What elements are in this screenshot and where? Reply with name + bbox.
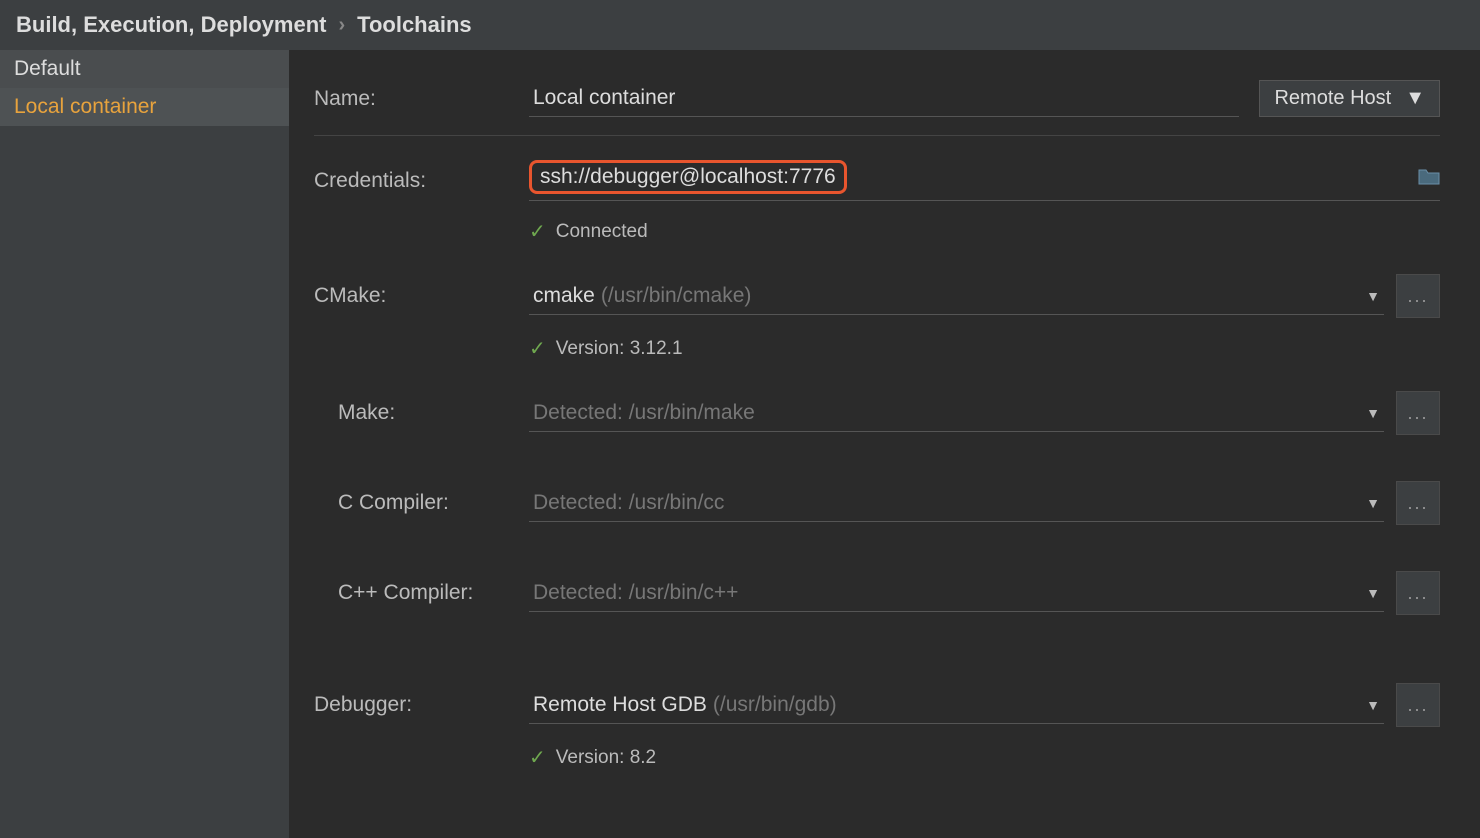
chevron-down-icon: ▼: [1366, 495, 1380, 511]
check-icon: ✓: [529, 336, 546, 361]
debugger-status: ✓ Version: 8.2: [529, 745, 1440, 770]
cpp-compiler-label: C++ Compiler:: [314, 581, 529, 605]
credentials-field[interactable]: ssh://debugger@localhost:7776: [529, 160, 1440, 201]
credentials-value: ssh://debugger@localhost:7776: [540, 165, 836, 188]
c-compiler-label: C Compiler:: [314, 491, 529, 515]
breadcrumb-parent[interactable]: Build, Execution, Deployment: [16, 12, 326, 38]
debugger-dropdown[interactable]: Remote Host GDB (/usr/bin/gdb) ▼: [529, 687, 1384, 724]
name-input[interactable]: [529, 80, 1239, 117]
cmake-row: CMake: cmake (/usr/bin/cmake) ▼ ...: [314, 274, 1440, 318]
debugger-browse-button[interactable]: ...: [1396, 683, 1440, 727]
debugger-row: Debugger: Remote Host GDB (/usr/bin/gdb)…: [314, 683, 1440, 727]
breadcrumb-current: Toolchains: [357, 12, 472, 38]
toolchains-sidebar: Default Local container: [0, 50, 290, 838]
credentials-status: ✓ Connected: [529, 219, 1440, 244]
breadcrumb: Build, Execution, Deployment › Toolchain…: [0, 0, 1480, 50]
toolchain-type-label: Remote Host: [1274, 87, 1391, 110]
ellipsis-icon: ...: [1407, 695, 1428, 716]
cpp-compiler-placeholder: Detected: /usr/bin/c++: [533, 581, 738, 605]
chevron-down-icon: ▼: [1366, 405, 1380, 421]
make-placeholder: Detected: /usr/bin/make: [533, 401, 755, 425]
sidebar-item-label: Local container: [14, 95, 156, 118]
c-compiler-browse-button[interactable]: ...: [1396, 481, 1440, 525]
credentials-highlight: ssh://debugger@localhost:7776: [529, 160, 847, 194]
ellipsis-icon: ...: [1407, 403, 1428, 424]
c-compiler-placeholder: Detected: /usr/bin/cc: [533, 491, 724, 515]
debugger-label: Debugger:: [314, 693, 529, 717]
chevron-down-icon: ▼: [1366, 288, 1380, 304]
chevron-right-icon: ›: [338, 14, 345, 37]
chevron-down-icon: ▼: [1366, 585, 1380, 601]
debugger-status-text: Version: 8.2: [556, 747, 656, 769]
cmake-status: ✓ Version: 3.12.1: [529, 336, 1440, 361]
cmake-value: cmake: [533, 284, 595, 308]
name-row: Name: Remote Host ▼: [314, 80, 1440, 117]
main-panel: Name: Remote Host ▼ Credentials: ssh://d…: [290, 50, 1480, 838]
debugger-value: Remote Host GDB: [533, 693, 707, 717]
chevron-down-icon: ▼: [1366, 697, 1380, 713]
cmake-dropdown[interactable]: cmake (/usr/bin/cmake) ▼: [529, 278, 1384, 315]
cmake-path: (/usr/bin/cmake): [601, 284, 752, 308]
cpp-compiler-dropdown[interactable]: Detected: /usr/bin/c++ ▼: [529, 575, 1384, 612]
sidebar-item-local-container[interactable]: Local container: [0, 88, 289, 126]
credentials-label: Credentials:: [314, 169, 529, 193]
sidebar-item-default[interactable]: Default: [0, 50, 289, 88]
sidebar-item-label: Default: [14, 57, 81, 80]
chevron-down-icon: ▼: [1405, 87, 1425, 110]
cpp-compiler-row: C++ Compiler: Detected: /usr/bin/c++ ▼ .…: [314, 571, 1440, 615]
cmake-status-text: Version: 3.12.1: [556, 338, 683, 360]
cmake-browse-button[interactable]: ...: [1396, 274, 1440, 318]
credentials-status-text: Connected: [556, 221, 648, 243]
folder-icon[interactable]: [1418, 168, 1440, 186]
c-compiler-row: C Compiler: Detected: /usr/bin/cc ▼ ...: [314, 481, 1440, 525]
credentials-row: Credentials: ssh://debugger@localhost:77…: [314, 160, 1440, 201]
ellipsis-icon: ...: [1407, 493, 1428, 514]
check-icon: ✓: [529, 219, 546, 244]
cpp-compiler-browse-button[interactable]: ...: [1396, 571, 1440, 615]
check-icon: ✓: [529, 745, 546, 770]
c-compiler-dropdown[interactable]: Detected: /usr/bin/cc ▼: [529, 485, 1384, 522]
make-label: Make:: [314, 401, 529, 425]
make-browse-button[interactable]: ...: [1396, 391, 1440, 435]
ellipsis-icon: ...: [1407, 286, 1428, 307]
debugger-path: (/usr/bin/gdb): [713, 693, 837, 717]
toolchain-type-dropdown[interactable]: Remote Host ▼: [1259, 80, 1440, 117]
ellipsis-icon: ...: [1407, 583, 1428, 604]
cmake-label: CMake:: [314, 284, 529, 308]
make-row: Make: Detected: /usr/bin/make ▼ ...: [314, 391, 1440, 435]
name-label: Name:: [314, 87, 529, 111]
make-dropdown[interactable]: Detected: /usr/bin/make ▼: [529, 395, 1384, 432]
